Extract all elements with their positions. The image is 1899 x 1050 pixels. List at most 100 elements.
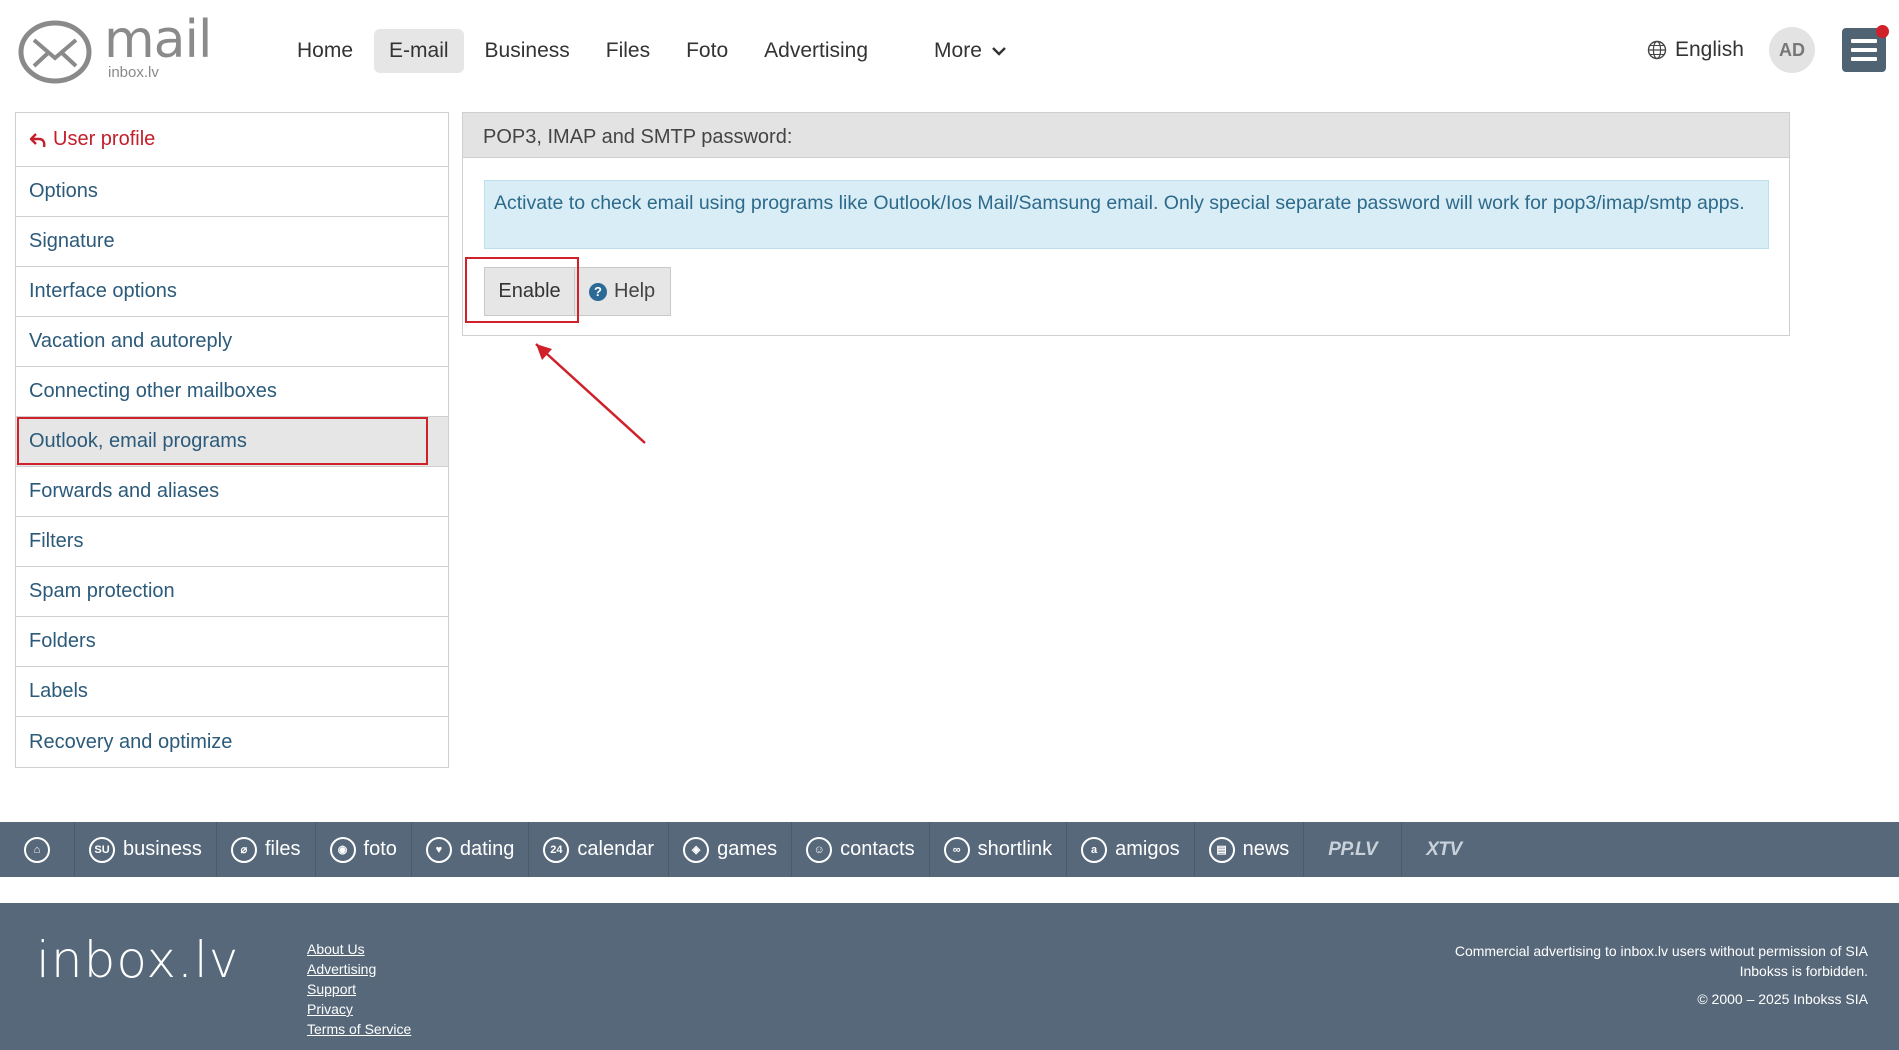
- language-label: English: [1675, 38, 1744, 61]
- top-header: mail inbox.lv Home E-mail Business Files Fot…: [0, 0, 1899, 100]
- nav-email[interactable]: E-mail: [374, 29, 464, 73]
- sidebar-item-label: Interface options: [29, 280, 177, 302]
- notification-dot: [1876, 25, 1889, 38]
- sidebar-item-label: Vacation and autoreply: [29, 330, 233, 352]
- sidebar-item-filters[interactable]: Filters: [16, 517, 448, 567]
- service-label: games: [717, 838, 778, 860]
- info-alert: Activate to check email using programs l…: [484, 180, 1769, 249]
- service-foto[interactable]: ◉ foto: [316, 822, 412, 877]
- service-files[interactable]: ⌀ files: [217, 822, 316, 877]
- user-avatar[interactable]: AD: [1769, 27, 1815, 73]
- service-shortlink[interactable]: ∞ shortlink: [930, 822, 1068, 877]
- footer-link-privacy[interactable]: Privacy: [307, 1001, 411, 1017]
- question-icon: ?: [589, 282, 607, 301]
- sidebar-item-label: Signature: [29, 230, 115, 252]
- sidebar-item-options[interactable]: Options: [16, 167, 448, 217]
- foto-icon: ◉: [329, 836, 356, 863]
- service-label: contacts: [840, 838, 915, 860]
- globe-icon: [1647, 40, 1667, 60]
- service-label: business: [123, 838, 202, 860]
- dating-icon: ♥: [425, 836, 452, 863]
- service-contacts[interactable]: ☺ contacts: [792, 822, 930, 877]
- service-calendar[interactable]: 24 calendar: [529, 822, 670, 877]
- footer-links: About Us Advertising Support Privacy Terms o…: [307, 941, 411, 1037]
- sidebar-item-folders[interactable]: Folders: [16, 617, 448, 667]
- footer-copyright: © 2000 – 2025 Inbokss SIA: [1697, 991, 1868, 1007]
- help-label: Help: [614, 280, 656, 302]
- shortlink-icon: ∞: [943, 836, 970, 863]
- sidebar-back-user-profile[interactable]: User profile: [16, 113, 448, 167]
- games-icon: ◈: [683, 836, 710, 863]
- sidebar-item-labels[interactable]: Labels: [16, 667, 448, 717]
- nav-home[interactable]: Home: [282, 29, 368, 73]
- home-icon: ⌂: [24, 836, 50, 863]
- sidebar-item-forwards-and-aliases[interactable]: Forwards and aliases: [16, 467, 448, 517]
- service-amigos[interactable]: a amigos: [1067, 822, 1195, 877]
- highlight-box: [17, 417, 428, 465]
- chevron-down-icon: [992, 47, 1006, 56]
- sidebar-item-recovery-and-optimize[interactable]: Recovery and optimize: [16, 717, 448, 767]
- sidebar-item-label: Filters: [29, 530, 84, 552]
- main-nav: Home E-mail Business Files Foto Advertising Mo…: [282, 29, 1023, 73]
- annotation-arrow: [535, 343, 646, 444]
- sidebar-item-spam-protection[interactable]: Spam protection: [16, 567, 448, 617]
- nav-foto[interactable]: Foto: [671, 29, 743, 73]
- brand-label: XTV: [1426, 838, 1462, 860]
- pop3-imap-panel: POP3, IMAP and SMTP password: Activate t…: [462, 112, 1790, 336]
- service-dating[interactable]: ♥ dating: [412, 822, 530, 877]
- menu-bar: [1851, 57, 1877, 61]
- service-label: foto: [363, 838, 397, 860]
- brand-label: PP.LV: [1328, 838, 1378, 860]
- service-label: files: [264, 838, 301, 860]
- nav-business[interactable]: Business: [470, 29, 585, 73]
- sidebar-item-interface-options[interactable]: Interface options: [16, 267, 448, 317]
- nav-more[interactable]: More: [919, 29, 1023, 73]
- sidebar-item-vacation-and-autoreply[interactable]: Vacation and autoreply: [16, 317, 448, 367]
- sidebar-item-signature[interactable]: Signature: [16, 217, 448, 267]
- footer-link-support[interactable]: Support: [307, 981, 411, 997]
- footer-link-about-us[interactable]: About Us: [307, 941, 411, 957]
- business-icon: SU: [89, 836, 115, 863]
- service-label: dating: [459, 838, 515, 860]
- sidebar-item-label: Options: [29, 180, 98, 202]
- menu-bar: [1851, 48, 1877, 52]
- back-arrow-icon: [29, 132, 46, 147]
- help-button[interactable]: ? Help: [574, 267, 672, 316]
- envelope-icon: [18, 20, 92, 84]
- language-selector[interactable]: English: [1647, 38, 1744, 62]
- service-business[interactable]: SU business: [75, 822, 217, 877]
- menu-bar: [1851, 39, 1877, 43]
- site-footer: inbox.lv About Us Advertising Support Priva…: [0, 903, 1899, 1050]
- highlight-box: [465, 257, 579, 323]
- enable-button[interactable]: Enable: [465, 257, 579, 323]
- footer-link-terms-of-service[interactable]: Terms of Service: [307, 1021, 411, 1037]
- footer-logo[interactable]: inbox.lv: [36, 931, 239, 989]
- panel-title: POP3, IMAP and SMTP password:: [463, 113, 1789, 158]
- footer-notice-block: Commercial advertising to inbox.lv users…: [1448, 941, 1868, 1009]
- service-label: news: [1242, 838, 1290, 860]
- sidebar-item-label: Spam protection: [29, 580, 175, 602]
- service-games[interactable]: ◈ games: [669, 822, 793, 877]
- sidebar-item-label: Folders: [29, 630, 96, 652]
- nav-files[interactable]: Files: [591, 29, 665, 73]
- logo-subtitle: inbox.lv: [108, 64, 159, 81]
- sidebar-item-connecting-other-mailboxes[interactable]: Connecting other mailboxes: [16, 367, 448, 417]
- footer-link-advertising[interactable]: Advertising: [307, 961, 411, 977]
- news-icon: ▤: [1208, 836, 1235, 863]
- service-label: amigos: [1115, 838, 1180, 860]
- service-brand-xtv[interactable]: XTV: [1402, 822, 1485, 877]
- sidebar-item-label: Forwards and aliases: [29, 480, 220, 502]
- service-home[interactable]: ⌂: [0, 822, 75, 877]
- panel-actions: Enable ? Help: [465, 257, 672, 323]
- contacts-icon: ☺: [806, 836, 833, 863]
- nav-advertising[interactable]: Advertising: [749, 29, 883, 73]
- mail-logo[interactable]: mail inbox.lv: [18, 10, 228, 86]
- sidebar-item-label: Connecting other mailboxes: [29, 380, 277, 402]
- sidebar-item-outlook-email-programs[interactable]: Outlook, email programs: [16, 417, 448, 467]
- files-icon: ⌀: [230, 836, 257, 863]
- sidebar-item-label: Recovery and optimize: [29, 730, 233, 753]
- sidebar-back-label: User profile: [53, 128, 156, 150]
- service-news[interactable]: ▤ news: [1195, 822, 1305, 877]
- hamburger-menu-button[interactable]: [1842, 25, 1889, 72]
- service-brand-pplv[interactable]: PP.LV: [1304, 822, 1403, 877]
